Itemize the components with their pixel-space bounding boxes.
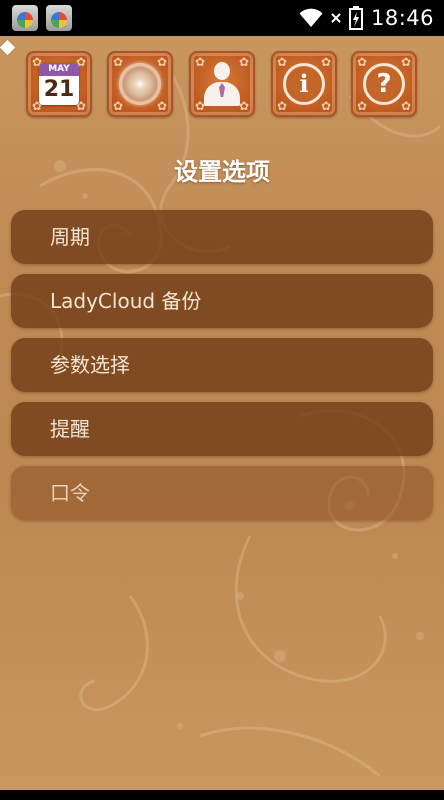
calendar-icon: MAY 21 <box>39 63 79 105</box>
battery-icon <box>348 6 363 30</box>
info-icon: i <box>283 63 325 105</box>
app-notification-icon <box>12 5 38 31</box>
menu-item-password[interactable]: 口令 <box>11 466 433 520</box>
calendar-day: 21 <box>43 77 75 102</box>
menu-item-ladycloud-backup[interactable]: LadyCloud 备份 <box>11 274 433 328</box>
bottom-bar <box>0 790 444 800</box>
toolbar: ✿ ✿ ✿ ✿ MAY 21 ✿ ✿ ✿ ✿ ✿ ✿ ✿ ✿ ✿ ✿ ✿ ✿ i ✿ ✿ <box>26 51 419 119</box>
menu-item-label: 参数选择 <box>50 353 130 377</box>
clock-time: 18:46 <box>370 6 434 30</box>
menu-item-reminders[interactable]: 提醒 <box>11 402 433 456</box>
status-bar-system-area: 18:46 <box>299 0 434 36</box>
profile-icon <box>202 62 242 106</box>
menu-item-label: 周期 <box>50 225 90 249</box>
info-button[interactable]: ✿ ✿ ✿ ✿ i <box>271 51 337 117</box>
menu-item-preferences[interactable]: 参数选择 <box>11 338 433 392</box>
help-icon: ? <box>363 63 405 105</box>
clock-icon <box>119 63 161 105</box>
menu-item-cycle[interactable]: 周期 <box>11 210 433 264</box>
menu-item-label: LadyCloud 备份 <box>50 289 202 313</box>
calendar-month: MAY <box>39 63 79 76</box>
wifi-icon <box>299 8 323 27</box>
app-area: ✿ ✿ ✿ ✿ MAY 21 ✿ ✿ ✿ ✿ ✿ ✿ ✿ ✿ ✿ ✿ ✿ ✿ i ✿ ✿ <box>0 36 444 790</box>
app-notification-icon <box>46 5 72 31</box>
calendar-button[interactable]: ✿ ✿ ✿ ✿ MAY 21 <box>26 51 92 117</box>
page-title: 设置选项 <box>174 158 270 186</box>
menu-item-label: 提醒 <box>50 417 90 441</box>
no-signal-icon <box>331 13 341 23</box>
help-button[interactable]: ✿ ✿ ✿ ✿ ? <box>351 51 417 117</box>
profile-button[interactable]: ✿ ✿ ✿ ✿ <box>189 51 255 117</box>
status-bar: 18:46 <box>0 0 444 36</box>
menu-item-label: 口令 <box>50 481 90 505</box>
clock-button[interactable]: ✿ ✿ ✿ ✿ <box>107 51 173 117</box>
